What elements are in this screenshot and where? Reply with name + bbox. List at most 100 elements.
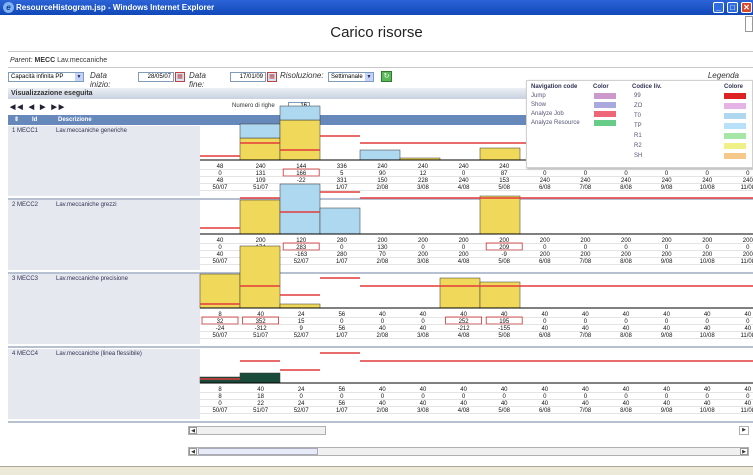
- legend-level-code: R2: [634, 143, 642, 149]
- histogram-bar: [279, 183, 321, 235]
- cell-value: 56: [338, 387, 345, 393]
- legend-level-code: 99: [634, 93, 641, 99]
- cell-value: 48: [217, 178, 224, 184]
- week-label: 52/07: [294, 408, 310, 414]
- histogram-bar: [279, 303, 321, 309]
- cell-value: 0: [340, 319, 344, 325]
- legend-nav-item[interactable]: Show: [531, 102, 546, 108]
- cell-value: 200: [743, 252, 753, 258]
- scroll-right-icon[interactable]: ▶: [739, 426, 749, 435]
- cell-value: 40: [744, 326, 751, 332]
- cell-value: 40: [420, 326, 427, 332]
- week-label: 11/08: [741, 333, 753, 339]
- week-label: 10/08: [700, 259, 716, 265]
- cell-value: 0: [584, 394, 588, 400]
- cell-value: 9: [300, 326, 304, 332]
- week-label: 11/08: [741, 408, 753, 414]
- cell-value: 240: [540, 178, 551, 184]
- week-label: 5/08: [498, 333, 510, 339]
- legend-swatch: [594, 111, 616, 117]
- week-label: 9/08: [661, 333, 673, 339]
- scroll-left-icon[interactable]: ◀: [189, 448, 197, 455]
- cell-value: 40: [217, 252, 224, 258]
- cell-value: 48: [217, 164, 224, 170]
- histogram-bar: [239, 372, 281, 384]
- cell-value: 200: [621, 238, 632, 244]
- cell-value: 109: [256, 178, 267, 184]
- week-label: 1/07: [336, 259, 348, 265]
- cell-value: 0: [218, 401, 222, 407]
- cell-value: 0: [746, 245, 750, 251]
- histogram-bar: [279, 119, 321, 161]
- week-label: 11/08: [741, 185, 753, 191]
- cell-value: 40: [582, 326, 589, 332]
- scroll-left-icon[interactable]: ◀: [189, 427, 197, 434]
- legend-swatch: [594, 120, 616, 126]
- horizontal-scrollbar[interactable]: ◀ ▶: [188, 447, 749, 456]
- cell-value: 200: [377, 238, 388, 244]
- cell-value: 331: [337, 178, 348, 184]
- week-label: 52/07: [294, 259, 310, 265]
- cell-value: 24: [298, 312, 305, 318]
- cell-value: 280: [337, 238, 348, 244]
- cell-value: -163: [295, 252, 308, 258]
- legend-header-color: Color: [593, 84, 609, 90]
- week-label: 2/08: [377, 333, 389, 339]
- cell-value: 0: [421, 319, 425, 325]
- cell-value: 0: [300, 394, 304, 400]
- horizontal-scrollbar[interactable]: ◀: [188, 426, 326, 435]
- week-label: 5/08: [498, 259, 510, 265]
- cell-value: 40: [379, 312, 386, 318]
- legend-swatch: [724, 103, 746, 109]
- week-label: 8/08: [620, 259, 632, 265]
- cell-value: 153: [499, 178, 510, 184]
- legend-nav-item[interactable]: Jump: [531, 93, 546, 99]
- cell-value: 0: [543, 319, 547, 325]
- cell-value: 0: [706, 171, 710, 177]
- week-label: 7/08: [580, 259, 592, 265]
- legend-swatch: [724, 153, 746, 159]
- cell-value: 24: [298, 401, 305, 407]
- cell-value: 40: [744, 312, 751, 318]
- cell-value: 22: [257, 401, 264, 407]
- week-label: 10/08: [700, 185, 716, 191]
- cell-value: 200: [580, 238, 591, 244]
- histogram-bar: [319, 207, 361, 235]
- cell-value: 0: [340, 245, 344, 251]
- cell-value: 56: [338, 326, 345, 332]
- legend-nav-item[interactable]: Analyze Resource: [531, 120, 580, 126]
- histogram-bar: [439, 277, 481, 309]
- cell-value: 0: [624, 245, 628, 251]
- cell-value: 200: [743, 238, 753, 244]
- cell-value: 40: [420, 401, 427, 407]
- week-label: 3/08: [417, 333, 429, 339]
- cell-value: 240: [459, 178, 470, 184]
- cell-value: 40: [460, 401, 467, 407]
- week-label: 8/08: [620, 408, 632, 414]
- scroll-thumb[interactable]: [198, 448, 318, 455]
- cell-value: 0: [746, 319, 750, 325]
- cell-value: 40: [704, 387, 711, 393]
- cell-value: 150: [377, 178, 388, 184]
- week-label: 1/07: [336, 333, 348, 339]
- cell-value: 200: [540, 252, 551, 258]
- cell-value: 200: [418, 238, 429, 244]
- week-label: 51/07: [253, 185, 269, 191]
- legend-swatch: [594, 93, 616, 99]
- week-label: 6/08: [539, 259, 551, 265]
- legend-header-colore: Colore: [724, 84, 744, 90]
- cell-value: 8: [218, 387, 222, 393]
- week-label: 51/07: [253, 408, 269, 414]
- week-label: 5/08: [498, 185, 510, 191]
- cell-value: 0: [218, 245, 222, 251]
- cell-value: -212: [458, 326, 471, 332]
- legend-level-code: ZO: [634, 103, 643, 109]
- scroll-right-icon[interactable]: ▶: [740, 448, 748, 455]
- legend-nav-item[interactable]: Analyze Job: [531, 111, 564, 117]
- cell-value: 40: [420, 312, 427, 318]
- cell-value: -155: [498, 326, 511, 332]
- cell-value: 70: [379, 252, 386, 258]
- cell-value: 0: [584, 171, 588, 177]
- week-label: 3/08: [417, 185, 429, 191]
- cell-value: 240: [256, 164, 267, 170]
